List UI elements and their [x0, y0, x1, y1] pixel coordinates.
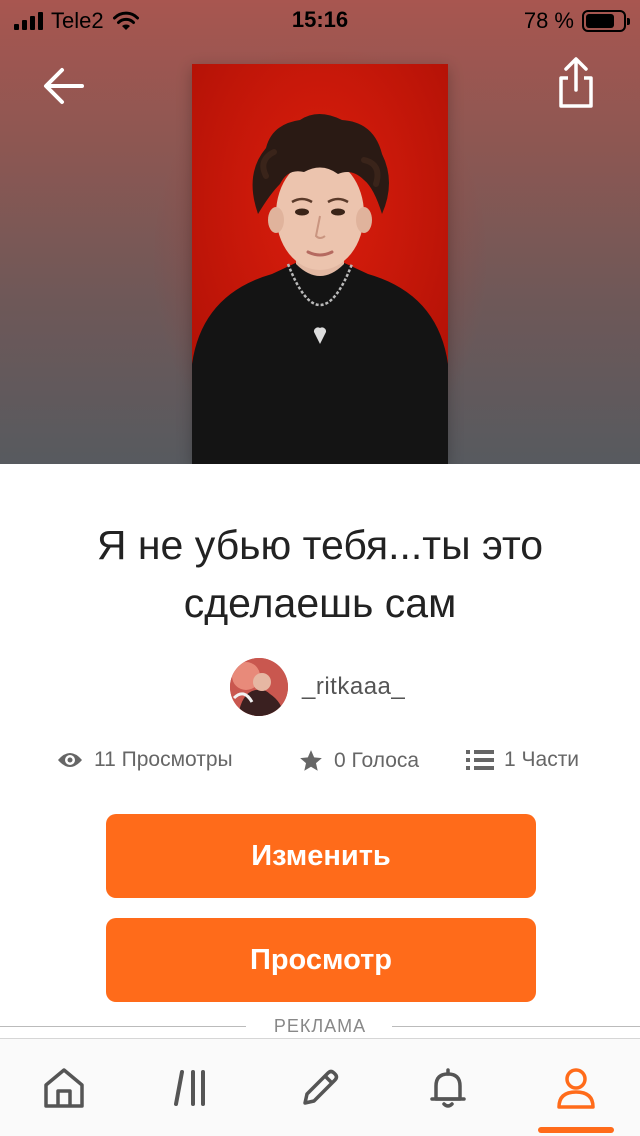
tab-home[interactable] [0, 1039, 128, 1136]
story-stats: 11 Просмотры 0 Голоса 1 Части [0, 748, 640, 784]
parts-stat: 1 Части [466, 748, 579, 772]
battery-percent: 78 % [523, 8, 574, 33]
views-count: 11 Просмотры [94, 748, 233, 771]
share-icon [559, 57, 593, 108]
eye-icon [58, 753, 82, 767]
active-tab-indicator [538, 1127, 614, 1133]
home-icon [44, 1068, 84, 1108]
profile-icon [557, 1068, 595, 1109]
tab-notifications[interactable] [384, 1039, 512, 1136]
back-button[interactable] [40, 62, 88, 110]
bell-icon [430, 1068, 466, 1108]
votes-stat: 0 Голоса [298, 748, 419, 774]
story-cover[interactable] [192, 64, 448, 464]
author-link[interactable]: _ritkaaa_ [230, 658, 405, 716]
view-button[interactable]: Просмотр [106, 918, 536, 1002]
votes-count: 0 Голоса [334, 749, 420, 772]
avatar [230, 658, 288, 716]
ad-divider: РЕКЛАМА [0, 1014, 640, 1038]
list-icon [466, 750, 494, 770]
arrow-left-icon [44, 68, 84, 104]
views-stat: 11 Просмотры [56, 748, 233, 772]
story-header: Tele2 15:16 78 % [0, 0, 640, 464]
status-bar: Tele2 15:16 78 % [0, 0, 640, 40]
ad-label: РЕКЛАМА [273, 1016, 367, 1036]
parts-count: 1 Части [504, 748, 580, 771]
story-title: Я не убью тебя...ты это сделаешь сам [96, 522, 544, 626]
author-name: _ritkaaa_ [302, 673, 406, 700]
edit-button[interactable]: Изменить [106, 814, 536, 898]
share-button[interactable] [552, 56, 600, 112]
library-icon [174, 1070, 205, 1106]
pencil-icon [303, 1069, 339, 1105]
battery-icon [582, 10, 630, 32]
cover-portrait-image [192, 64, 448, 464]
tab-profile[interactable] [512, 1039, 640, 1136]
bottom-tab-bar [0, 1038, 640, 1136]
tab-write[interactable] [256, 1039, 384, 1136]
tab-library[interactable] [128, 1039, 256, 1136]
star-icon [300, 750, 322, 771]
battery-info: 78 % [523, 8, 630, 34]
